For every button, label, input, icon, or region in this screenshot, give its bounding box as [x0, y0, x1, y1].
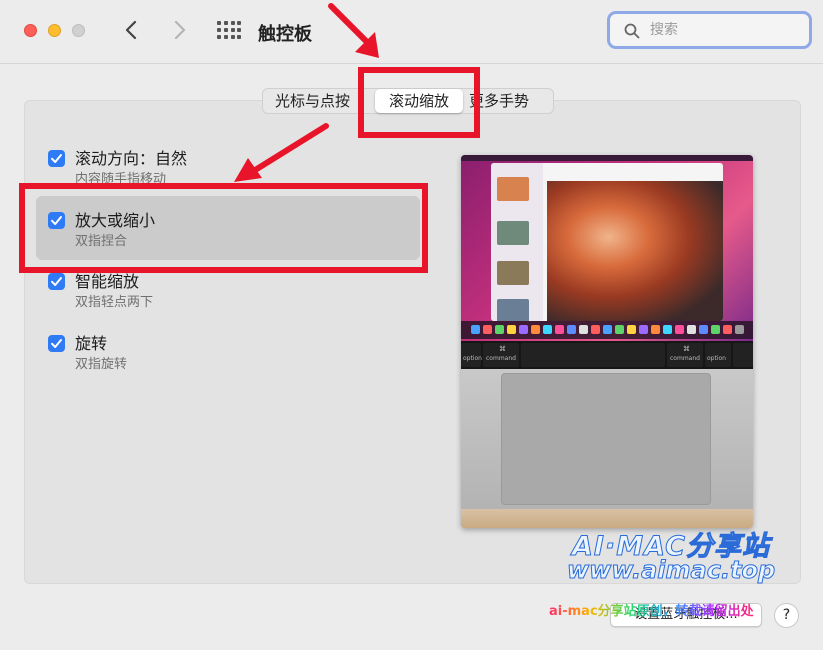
scroll-direction-checkbox[interactable] — [48, 150, 65, 167]
help-button[interactable]: ? — [774, 603, 799, 628]
checkmark-icon — [51, 154, 62, 163]
toolbar: 触控板 — [0, 0, 823, 64]
preview-key: option — [461, 343, 482, 367]
option-subtitle: 双指旋转 — [75, 357, 128, 372]
preview-spacebar — [521, 343, 665, 367]
search-icon — [624, 23, 640, 39]
search-input[interactable] — [650, 19, 800, 41]
annotation-arrow-icon — [328, 3, 379, 58]
annotation-box-tab — [358, 67, 480, 138]
preview-key — [733, 343, 753, 367]
window-title: 触控板 — [258, 24, 312, 45]
preview-photo — [547, 181, 723, 321]
chevron-left-icon — [125, 20, 137, 40]
show-all-grid-button[interactable] — [217, 21, 241, 41]
preview-key-label: command — [486, 355, 516, 362]
checkmark-icon — [51, 339, 62, 348]
option-rotate[interactable]: 旋转 双指旋转 — [48, 330, 428, 380]
preview-photos-window — [491, 163, 723, 321]
command-symbol: ⌘ — [683, 345, 690, 353]
preview-key-label: command — [670, 355, 700, 362]
back-button[interactable] — [118, 16, 146, 44]
preview-key: ⌘ command — [483, 343, 519, 367]
command-symbol: ⌘ — [499, 345, 506, 353]
preview-trackpad — [501, 373, 711, 505]
annotation-arrow-icon — [234, 123, 329, 182]
preview-photos-sidebar — [491, 163, 543, 321]
watermark-banner: ai-mac分享站原创，转载请留出处 — [549, 600, 754, 619]
preview-keyboard: option ⌘ command ⌘ command option — [461, 341, 753, 369]
annotation-box-option — [19, 183, 428, 273]
zoom-window-button[interactable] — [72, 24, 85, 37]
checkmark-icon — [51, 277, 62, 286]
minimize-window-button[interactable] — [48, 24, 61, 37]
tab-point-and-click[interactable]: 光标与点按 — [263, 89, 373, 113]
search-field[interactable] — [607, 11, 812, 49]
smart-zoom-checkbox[interactable] — [48, 273, 65, 290]
option-subtitle: 双指轻点两下 — [75, 295, 154, 310]
preview-thumbnail — [497, 177, 529, 201]
option-title: 旋转 — [75, 334, 108, 353]
watermark-url: www.aimac.top — [566, 556, 776, 585]
preview-menubar — [461, 155, 753, 161]
preview-laptop-base — [461, 369, 753, 509]
preview-screen — [461, 155, 753, 341]
forward-button[interactable] — [165, 16, 193, 44]
preview-thumbnail — [497, 221, 529, 245]
preview-key: option — [705, 343, 731, 367]
option-smart-zoom[interactable]: 智能缩放 双指轻点两下 — [48, 268, 428, 318]
chevron-right-icon — [174, 20, 186, 40]
close-window-button[interactable] — [24, 24, 37, 37]
preview-key: ⌘ command — [667, 343, 703, 367]
preview-dock — [461, 321, 753, 339]
preview-thumbnail — [497, 261, 529, 285]
gesture-preview-image: option ⌘ command ⌘ command option — [461, 155, 753, 528]
preview-thumbnail — [497, 299, 529, 321]
option-title: 滚动方向：自然 — [75, 149, 188, 168]
rotate-checkbox[interactable] — [48, 335, 65, 352]
